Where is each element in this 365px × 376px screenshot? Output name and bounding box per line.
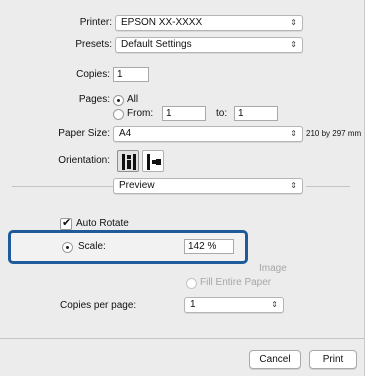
orientation-label: Orientation: (58, 155, 110, 166)
copies-per-page-popup[interactable]: 1 ⇕ (184, 297, 284, 313)
landscape-orientation-button[interactable] (142, 150, 164, 172)
printer-value: EPSON XX-XXXX (121, 17, 203, 28)
paper-size-label: Paper Size: (58, 128, 110, 139)
print-button[interactable]: Print (309, 350, 357, 369)
pages-from-radio[interactable] (113, 109, 124, 120)
section-popup-value: Preview (119, 180, 155, 191)
presets-popup[interactable]: Default Settings ⇕ (115, 37, 303, 53)
pages-from-label: From: (127, 108, 154, 119)
popup-arrows-icon: ⇕ (290, 129, 297, 138)
printer-popup[interactable]: EPSON XX-XXXX ⇕ (115, 15, 303, 31)
copies-label: Copies: (76, 69, 110, 80)
copies-per-page-label: Copies per page: (60, 300, 137, 311)
scale-label: Scale: (78, 241, 106, 252)
pages-all-label: All (127, 94, 139, 105)
scale-to-fit-image-label: Image (259, 263, 287, 274)
pages-from-input[interactable]: 1 (162, 106, 206, 121)
separator-right (306, 186, 350, 187)
paper-dimensions: 210 by 297 mm (306, 129, 362, 138)
portrait-orientation-button[interactable] (117, 150, 139, 172)
section-popup[interactable]: Preview ⇕ (113, 178, 303, 194)
fill-entire-paper-radio[interactable] (186, 278, 197, 289)
printer-label: Printer: (79, 17, 112, 28)
presets-label: Presets: (75, 39, 112, 50)
copies-input[interactable]: 1 (113, 67, 149, 82)
copies-per-page-value: 1 (190, 299, 196, 310)
paper-size-value: A4 (119, 128, 132, 139)
landscape-icon (147, 154, 161, 170)
pages-to-label: to: (216, 108, 228, 119)
portrait-icon (122, 154, 136, 170)
separator-bottom (0, 338, 365, 339)
popup-arrows-icon: ⇕ (290, 40, 297, 49)
auto-rotate-checkbox[interactable] (60, 216, 72, 230)
scale-radio[interactable] (62, 242, 73, 253)
cancel-button[interactable]: Cancel (249, 350, 301, 369)
popup-arrows-icon: ⇕ (290, 18, 297, 27)
auto-rotate-label: Auto Rotate (76, 218, 129, 229)
paper-size-popup[interactable]: A4 ⇕ (113, 126, 303, 142)
pages-to-input[interactable]: 1 (234, 106, 278, 121)
popup-arrows-icon: ⇕ (290, 181, 297, 190)
pages-label: Pages: (78, 94, 110, 105)
presets-value: Default Settings (121, 39, 192, 50)
fill-entire-paper-label: Fill Entire Paper (200, 277, 272, 288)
separator-left (12, 186, 114, 187)
popup-arrows-icon: ⇕ (271, 300, 278, 309)
print-dialog: Printer: EPSON XX-XXXX ⇕ Presets: Defaul… (0, 0, 365, 376)
scale-input[interactable]: 142 % (184, 239, 234, 254)
pages-all-radio[interactable] (113, 95, 124, 106)
